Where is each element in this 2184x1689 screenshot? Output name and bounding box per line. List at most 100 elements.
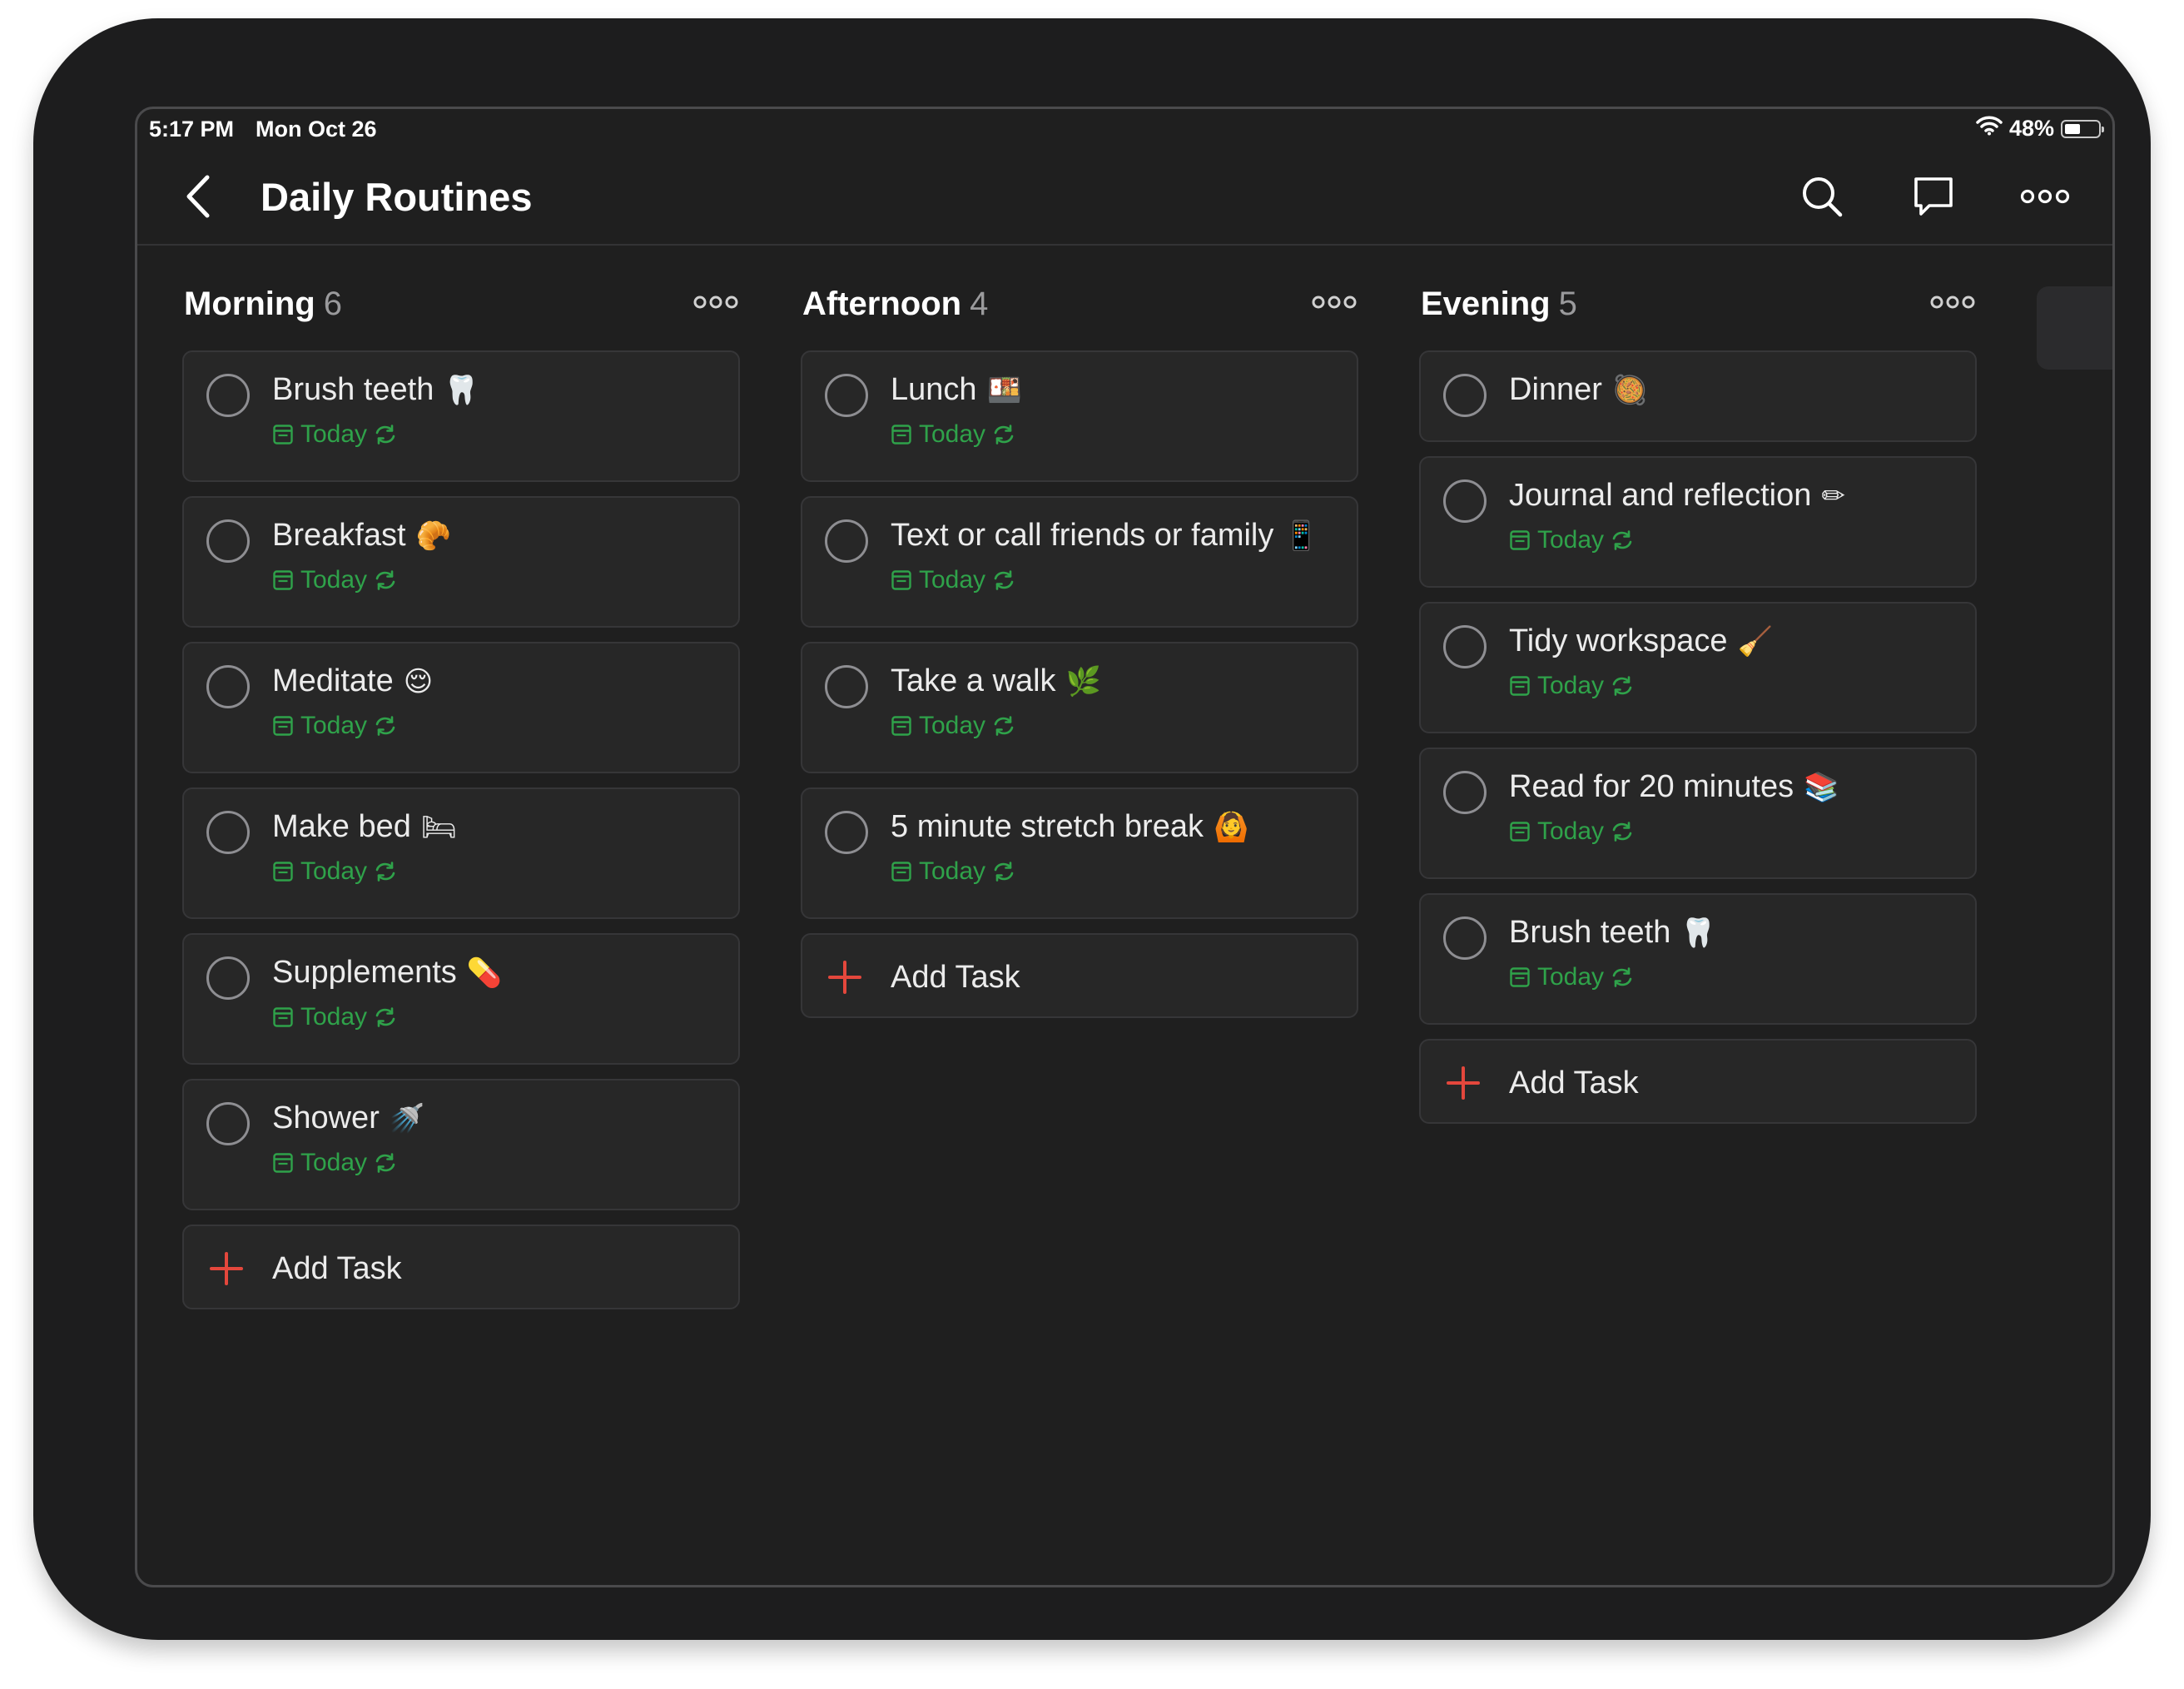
recurring-icon [1611,966,1634,988]
due-date-text: Today [300,857,367,886]
add-task-button[interactable]: Add Task [1419,1039,1977,1124]
complete-checkbox[interactable] [1443,917,1487,960]
recurring-icon [1611,675,1634,697]
task-card[interactable]: Supplements💊Today [182,933,740,1065]
add-task-label: Add Task [272,1251,402,1287]
task-title-text: Breakfast [272,518,406,553]
task-due: Today [272,857,397,886]
complete-checkbox[interactable] [825,374,868,417]
task-emoji: 🍱 [987,374,1022,407]
task-card[interactable]: Breakfast🥐Today [182,496,740,628]
plus-icon [827,960,862,995]
task-title: Supplements 💊 [272,955,502,991]
due-date-text: Today [919,420,985,449]
calendar-icon [1509,821,1531,842]
calendar-icon [891,424,912,445]
task-title-text: Journal and reflection [1509,478,1811,513]
task-card[interactable]: Take a walk🌿 Today [801,642,1358,773]
complete-checkbox[interactable] [825,519,868,563]
calendar-icon [272,715,294,737]
task-title: Meditate😌 [272,663,433,699]
wifi-icon [1976,116,2003,142]
task-due: Today [891,420,1015,449]
complete-checkbox[interactable] [206,1102,250,1145]
calendar-icon [891,569,912,591]
complete-checkbox[interactable] [206,811,250,854]
add-task-button[interactable]: Add Task [182,1225,740,1309]
battery-icon [2061,120,2101,138]
task-due: Today [891,712,1015,740]
search-button[interactable] [1795,170,1849,223]
task-card[interactable]: Journal and reflection✏Today [1419,456,1977,588]
task-title-text: Read for 20 minutes [1509,769,1794,804]
comments-button[interactable] [1907,170,1960,223]
column-more-button[interactable] [1928,287,1977,317]
column-afternoon: Afternoon4Lunch🍱TodayText or call friend… [801,246,1358,350]
column-task-count: 4 [970,286,988,322]
column-more-button[interactable] [1310,287,1358,317]
task-card[interactable]: Text or call friends or family📱 Today [801,496,1358,628]
back-button[interactable] [177,171,219,222]
task-card[interactable]: Read for 20 minutes📚Today [1419,748,1977,879]
column-more-button[interactable] [692,287,740,317]
task-title: Shower🚿 [272,1100,424,1136]
complete-checkbox[interactable] [1443,479,1487,523]
task-card[interactable]: Brush teeth🦷Today [1419,893,1977,1025]
battery-percent: 48% [2009,116,2054,142]
task-card[interactable]: Lunch🍱 Today [801,350,1358,482]
task-title: Tidy workspace 🧹 [1509,623,1773,659]
calendar-icon [1509,529,1531,551]
recurring-icon [1611,821,1634,842]
task-title-text: Supplements [272,955,457,990]
task-card[interactable]: Make bed🛏Today [182,787,740,919]
due-date-text: Today [1537,672,1604,700]
complete-checkbox[interactable] [825,811,868,854]
recurring-icon [374,1152,397,1174]
complete-checkbox[interactable] [206,956,250,1000]
complete-checkbox[interactable] [1443,625,1487,668]
task-card[interactable]: Tidy workspace 🧹 Today [1419,602,1977,733]
task-emoji: 🛏 [421,811,457,844]
task-title: Take a walk🌿 [891,663,1101,699]
more-icon [2020,187,2070,206]
more-button[interactable] [2018,170,2072,223]
task-due: Today [272,1149,397,1177]
complete-checkbox[interactable] [206,374,250,417]
recurring-icon [992,715,1015,737]
due-date-text: Today [300,566,367,594]
task-title-text: Meditate [272,663,394,698]
column-task-count: 5 [1559,286,1577,322]
due-date-text: Today [919,566,985,594]
task-emoji: 🦷 [1680,917,1715,950]
task-due: Today [272,566,397,594]
due-date-text: Today [919,857,985,886]
more-icon [1929,294,1976,310]
add-task-button[interactable]: Add Task [801,933,1358,1018]
task-title-text: Dinner [1509,372,1602,407]
task-card[interactable]: 5 minute stretch break🙆Today [801,787,1358,919]
status-bar: 5:17 PM Mon Oct 26 48% [137,109,2112,147]
next-column-peek[interactable] [2037,286,2115,370]
task-card[interactable]: Brush teeth🦷Today [182,350,740,482]
task-emoji: 🌿 [1066,665,1101,698]
task-title-text: Tidy workspace [1509,623,1728,658]
task-card[interactable]: Shower🚿 Today [182,1079,740,1210]
task-card[interactable]: Meditate😌Today [182,642,740,773]
more-icon [1311,294,1358,310]
task-card[interactable]: Dinner🥘 [1419,350,1977,442]
task-title: Lunch🍱 [891,372,1022,408]
task-emoji: 💊 [467,956,502,990]
due-date-text: Today [300,1149,367,1177]
search-icon [1800,175,1844,218]
task-emoji: 🧹 [1738,625,1773,658]
complete-checkbox[interactable] [206,665,250,708]
complete-checkbox[interactable] [206,519,250,563]
complete-checkbox[interactable] [1443,374,1487,417]
complete-checkbox[interactable] [825,665,868,708]
task-title: Read for 20 minutes📚 [1509,769,1839,805]
task-title: Text or call friends or family📱 [891,518,1319,554]
column-title-text: Afternoon [802,286,961,322]
task-emoji: 📱 [1283,519,1318,553]
column-title: Morning6 [184,286,342,323]
complete-checkbox[interactable] [1443,771,1487,814]
